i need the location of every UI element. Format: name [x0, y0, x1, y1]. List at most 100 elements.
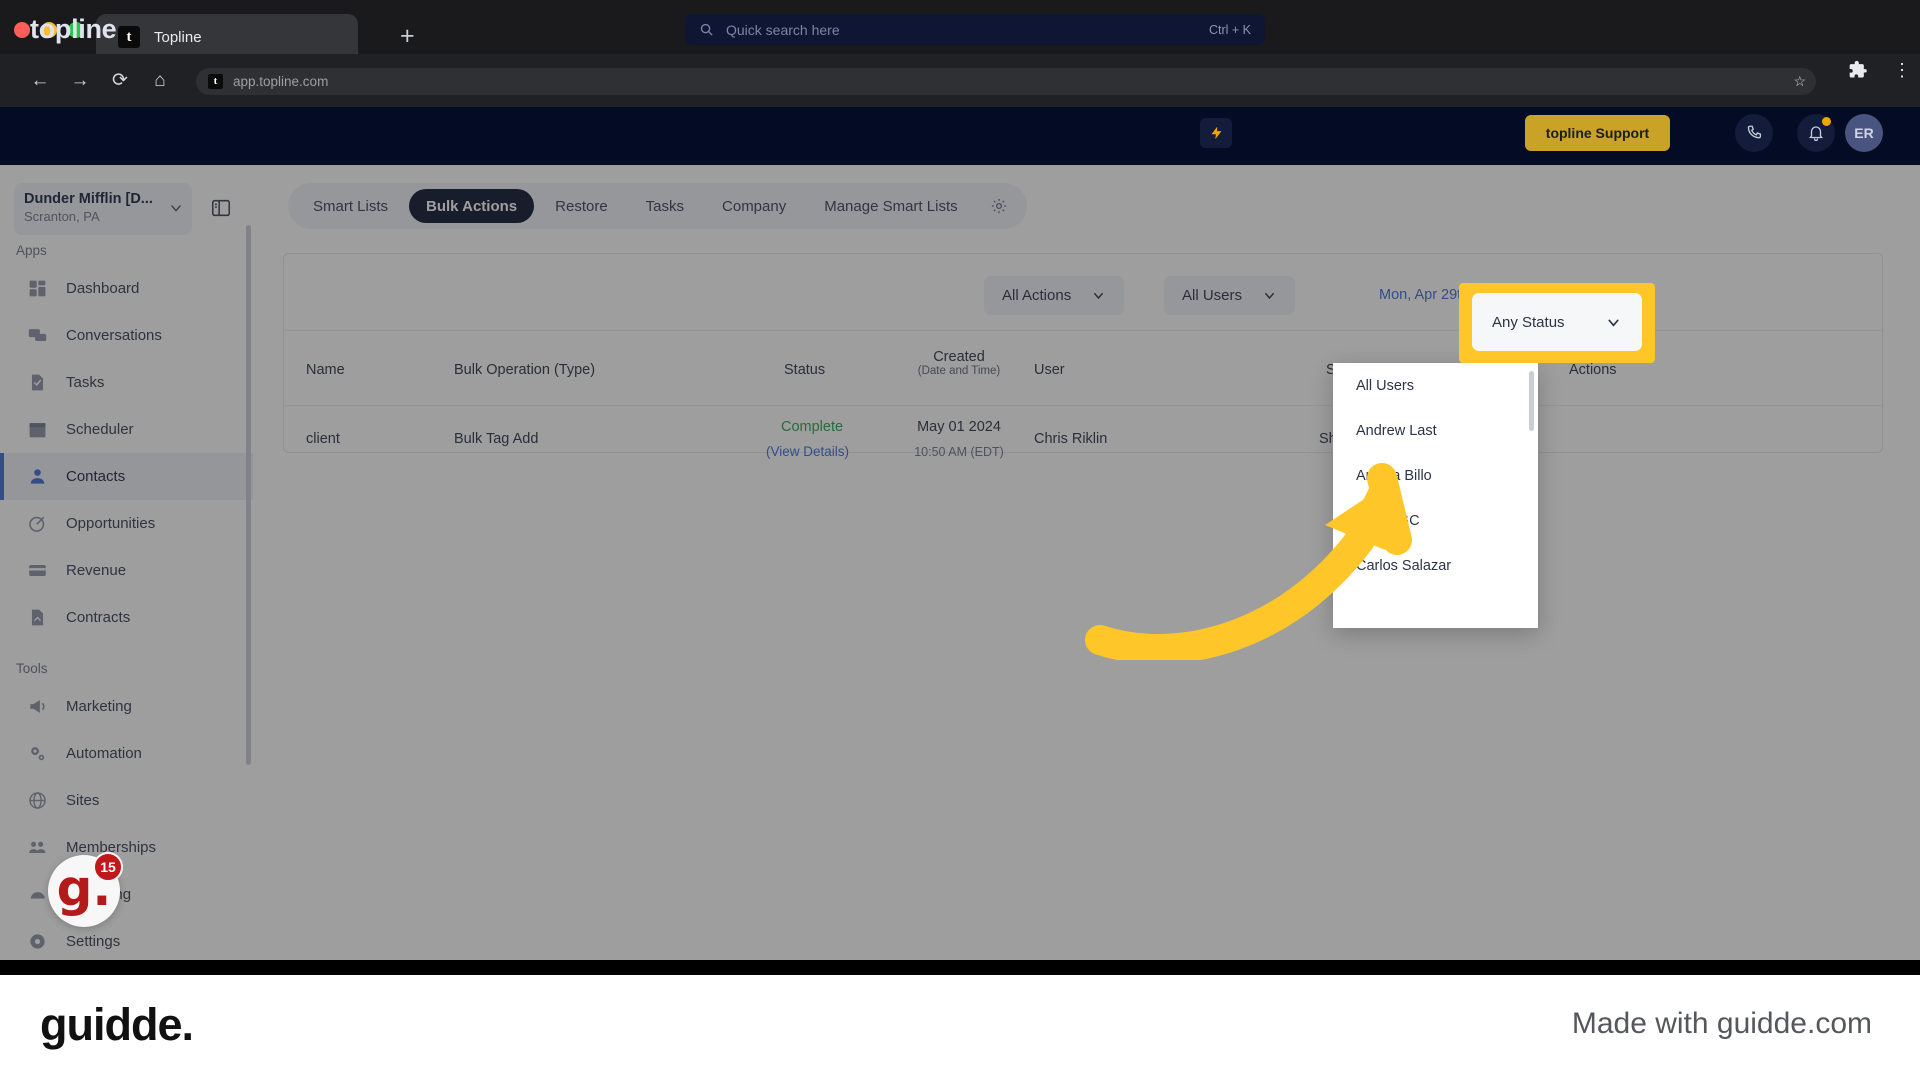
cell-created-date: May 01 2024 [917, 419, 1001, 435]
address-bar[interactable]: t app.topline.com ☆ [196, 68, 1816, 95]
cell-status-view-details[interactable]: (View Details) [766, 444, 849, 459]
chevron-down-icon [171, 205, 181, 212]
sidebar-item-marketing[interactable]: Marketing [0, 683, 253, 730]
org-name: Dunder Mifflin [D... [24, 191, 153, 207]
sidebar-item-label: Sites [66, 792, 100, 809]
table-row[interactable]: client Bulk Tag Add Complete (View Detai… [284, 406, 1884, 478]
sidebar: Dunder Mifflin [D... Scranton, PA Apps D… [0, 165, 253, 975]
home-icon[interactable]: ⌂ [140, 70, 180, 92]
sidebar-item-label: Contracts [66, 609, 131, 626]
sidebar-item-reporting[interactable]: Reporting [0, 871, 253, 918]
cell-created-time: 10:50 AM (EDT) [914, 445, 1004, 459]
calendar-icon [26, 419, 48, 441]
quick-action-bolt-button[interactable] [1200, 118, 1232, 148]
forward-icon[interactable]: → [60, 70, 100, 92]
back-icon[interactable]: ← [20, 70, 60, 92]
tab-manage-smart-lists[interactable]: Manage Smart Lists [807, 189, 974, 223]
tab-smart-lists[interactable]: Smart Lists [296, 189, 405, 223]
sidebar-item-label: Conversations [66, 327, 162, 344]
guidde-step-count: 15 [93, 852, 123, 882]
revenue-icon [26, 560, 48, 582]
tab-restore[interactable]: Restore [538, 189, 625, 223]
browser-menu-icon[interactable]: ⋮ [1893, 60, 1911, 81]
sidebar-scrollbar[interactable] [246, 225, 251, 765]
bookmark-star-icon[interactable]: ☆ [1793, 73, 1806, 90]
all-actions-filter[interactable]: All Actions [984, 276, 1125, 315]
reporting-icon [26, 884, 48, 906]
reload-icon[interactable]: ⟳ [100, 69, 140, 92]
cell-status: Complete [781, 419, 844, 435]
opportunities-icon [26, 513, 48, 535]
sidebar-item-memberships[interactable]: Memberships [0, 824, 253, 871]
any-status-filter[interactable]: Any Status [1472, 293, 1642, 351]
extensions-puzzle-icon[interactable] [1848, 60, 1868, 85]
any-status-label: Any Status [1492, 313, 1565, 331]
chevron-down-icon [1608, 319, 1619, 327]
bottom-black-strip [0, 960, 1920, 976]
notifications-button[interactable] [1797, 114, 1835, 152]
search-icon [700, 23, 713, 36]
quick-search-input[interactable]: Quick search here Ctrl + K [685, 14, 1265, 45]
sidebar-item-contacts[interactable]: Contacts [0, 453, 253, 500]
tab-bulk-actions[interactable]: Bulk Actions [409, 189, 535, 223]
sidebar-item-dashboard[interactable]: Dashboard [0, 265, 253, 312]
sidebar-item-revenue[interactable]: Revenue [0, 547, 253, 594]
collapse-sidebar-button[interactable] [210, 197, 232, 224]
guidde-footer: guidde. Made with guidde.com [0, 975, 1920, 1080]
bell-icon [1809, 126, 1823, 142]
tab-company[interactable]: Company [705, 189, 803, 223]
column-actions: Actions [1569, 362, 1617, 378]
org-switcher[interactable]: Dunder Mifflin [D... Scranton, PA [14, 183, 192, 235]
notification-badge-dot [1822, 117, 1831, 126]
panel-toggle-icon [211, 199, 231, 217]
all-actions-label: All Actions [1002, 287, 1072, 304]
sidebar-item-settings[interactable]: Settings [0, 918, 253, 965]
conversations-icon [26, 325, 48, 347]
column-created-sub: (Date and Time) [917, 365, 1001, 377]
address-favicon-letter: t [213, 75, 218, 87]
contacts-icon [26, 466, 48, 488]
sidebar-item-label: Tasks [66, 374, 105, 391]
sidebar-item-opportunities[interactable]: Opportunities [0, 500, 253, 547]
column-created-label: Created [933, 349, 985, 365]
all-users-label: All Users [1182, 287, 1243, 304]
org-location: Scranton, PA [24, 209, 100, 224]
all-users-filter[interactable]: All Users [1164, 276, 1296, 315]
sidebar-item-tasks[interactable]: Tasks [0, 359, 253, 406]
user-avatar[interactable]: ER [1845, 114, 1883, 152]
guidde-footer-text: Made with guidde.com [1571, 1007, 1872, 1040]
megaphone-icon [26, 696, 48, 718]
contracts-icon [26, 607, 48, 629]
sidebar-item-sites[interactable]: Sites [0, 777, 253, 824]
sidebar-item-contracts[interactable]: Contracts [0, 594, 253, 641]
favicon-letter: t [126, 28, 132, 45]
sidebar-section-apps-label: Apps [16, 243, 47, 258]
topline-support-button[interactable]: topline Support [1525, 115, 1670, 151]
sidebar-item-label: Contacts [66, 468, 126, 485]
settings-icon [26, 931, 48, 953]
screenshot-root: t Topline + ← → ⟳ ⌂ t app.topline.com ☆ … [0, 0, 1920, 1080]
tab-tasks[interactable]: Tasks [629, 189, 701, 223]
sidebar-item-label: Dashboard [66, 280, 140, 297]
cell-name: client [306, 431, 340, 447]
tabs-settings-button[interactable] [979, 197, 1019, 215]
lightning-bolt-icon [1211, 126, 1221, 140]
column-created: Created (Date and Time) [904, 349, 1014, 377]
sidebar-item-conversations[interactable]: Conversations [0, 312, 253, 359]
address-bar-favicon: t [208, 74, 223, 89]
call-button[interactable] [1735, 114, 1773, 152]
dropdown-scrollbar[interactable] [1529, 371, 1534, 431]
phone-icon [1747, 125, 1762, 139]
sites-icon [26, 790, 48, 812]
new-tab-button[interactable]: + [400, 24, 415, 49]
sidebar-item-label: Settings [66, 933, 121, 950]
column-user: User [1034, 362, 1065, 378]
sidebar-item-scheduler[interactable]: Scheduler [0, 406, 253, 453]
browser-tab-title: Topline [154, 28, 202, 46]
sidebar-item-automation[interactable]: Automation [0, 730, 253, 777]
sidebar-item-label: Scheduler [66, 421, 134, 438]
tasks-icon [26, 372, 48, 394]
close-window-button[interactable] [14, 22, 30, 38]
quick-search-shortcut: Ctrl + K [1208, 22, 1251, 37]
gears-icon [26, 743, 48, 765]
